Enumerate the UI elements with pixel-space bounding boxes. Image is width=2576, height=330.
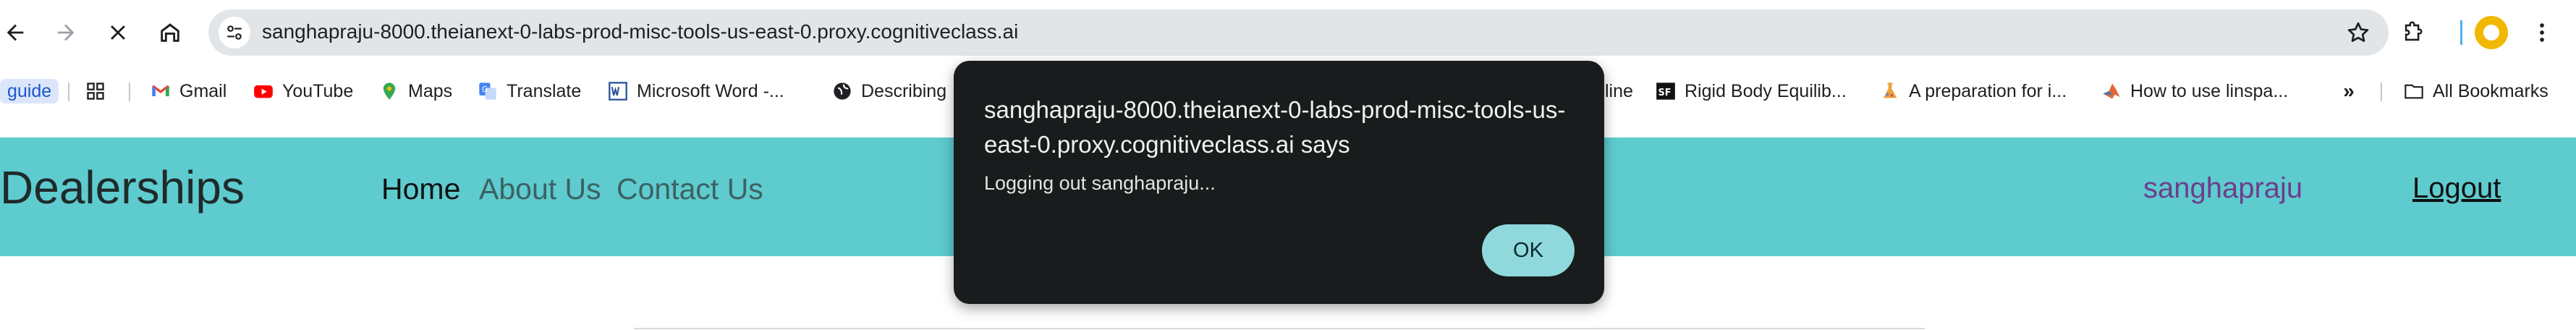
browser-menu-button[interactable] bbox=[2525, 16, 2559, 49]
bookmark-label: Rigid Body Equilib... bbox=[1685, 80, 1847, 101]
home-button[interactable] bbox=[151, 13, 190, 52]
close-icon bbox=[111, 25, 125, 40]
dialog-title: sanghapraju-8000.theianext-0-labs-prod-m… bbox=[984, 96, 1566, 158]
avatar bbox=[2483, 25, 2499, 41]
apps-grid-icon bbox=[85, 81, 106, 101]
sf-icon: SF bbox=[1656, 81, 1676, 101]
bookmark-label: Translate bbox=[507, 80, 582, 101]
bookmark-label: Microsoft Word -... bbox=[637, 80, 784, 101]
translate-icon: G bbox=[478, 81, 498, 101]
forward-button[interactable] bbox=[46, 13, 85, 52]
bookmark-label: Gmail bbox=[179, 80, 227, 101]
home-icon bbox=[161, 23, 179, 42]
youtube-icon bbox=[253, 81, 274, 101]
ok-button[interactable]: OK bbox=[1482, 224, 1575, 276]
back-button[interactable] bbox=[0, 13, 35, 52]
folder-icon bbox=[2404, 81, 2424, 101]
arrow-right-icon bbox=[57, 24, 75, 41]
profile-avatar[interactable] bbox=[2475, 16, 2508, 49]
globe-icon bbox=[832, 81, 852, 101]
bookmark-label: How to use linspa... bbox=[2130, 80, 2289, 101]
bookmark-label: line bbox=[1605, 80, 1633, 101]
logout-link[interactable]: Logout bbox=[2412, 172, 2501, 205]
alert-dialog: sanghapraju-8000.theianext-0-labs-prod-m… bbox=[954, 61, 1604, 304]
browser-toolbar: sanghapraju-8000.theianext-0-labs-prod-m… bbox=[0, 0, 2576, 65]
dialog-message: Logging out sanghapraju... bbox=[984, 172, 1216, 194]
bookmark-linspace[interactable]: How to use linspa... bbox=[2101, 77, 2288, 106]
extensions-button[interactable] bbox=[2397, 16, 2430, 49]
bookmark-label: Describing bbox=[861, 80, 947, 101]
bookmark-rigid-body[interactable]: SF Rigid Body Equilib... bbox=[1656, 77, 1847, 106]
address-bar[interactable]: sanghapraju-8000.theianext-0-labs-prod-m… bbox=[208, 9, 2389, 56]
bookmark-youtube[interactable]: YouTube bbox=[253, 77, 353, 106]
svg-text:SF: SF bbox=[1658, 88, 1672, 98]
nav-link-home[interactable]: Home bbox=[381, 172, 460, 206]
tune-icon bbox=[227, 25, 242, 40]
bookmark-label: YouTube bbox=[282, 80, 354, 101]
word-icon bbox=[608, 81, 628, 101]
content-divider bbox=[634, 328, 1925, 329]
bookmark-label: All Bookmarks bbox=[2433, 80, 2549, 101]
bookmark-line[interactable]: line bbox=[1605, 77, 1633, 106]
puzzle-icon bbox=[2405, 21, 2423, 41]
stop-button[interactable] bbox=[98, 13, 137, 52]
gmail-icon bbox=[151, 81, 171, 101]
bookmark-describing[interactable]: Describing bbox=[832, 77, 946, 106]
bookmark-divider bbox=[2381, 82, 2382, 101]
bookmark-label: A preparation for i... bbox=[1909, 80, 2067, 101]
maps-pin-icon bbox=[379, 81, 399, 101]
nav-link-about[interactable]: About Us bbox=[479, 172, 601, 206]
nav-username: sanghapraju bbox=[2143, 172, 2303, 204]
apps-button[interactable] bbox=[85, 77, 114, 106]
flask-icon bbox=[1880, 81, 1900, 101]
star-icon[interactable] bbox=[2345, 20, 2371, 46]
bookmark-gmail[interactable]: Gmail bbox=[151, 77, 226, 106]
bookmark-translate[interactable]: G Translate bbox=[478, 77, 581, 106]
more-vert-icon bbox=[2540, 23, 2544, 42]
bookmark-label: Maps bbox=[408, 80, 453, 101]
bookmark-guide[interactable]: guide bbox=[0, 79, 59, 103]
bookmark-preparation[interactable]: A preparation for i... bbox=[1880, 77, 2067, 106]
bookmark-maps[interactable]: Maps bbox=[379, 77, 452, 106]
site-info-button[interactable] bbox=[219, 17, 250, 48]
bookmark-divider bbox=[129, 82, 130, 101]
arrow-left-icon bbox=[7, 24, 24, 41]
url-text[interactable]: sanghapraju-8000.theianext-0-labs-prod-m… bbox=[262, 20, 1018, 43]
svg-text:G: G bbox=[482, 85, 488, 94]
matlab-icon bbox=[2101, 81, 2122, 101]
nav-link-contact[interactable]: Contact Us bbox=[617, 172, 763, 206]
site-brand[interactable]: Dealerships bbox=[0, 161, 245, 214]
bookmark-microsoft-word[interactable]: Microsoft Word -... bbox=[608, 77, 784, 106]
more-bookmarks-button[interactable]: » bbox=[2336, 78, 2362, 104]
toolbar-divider bbox=[2460, 20, 2462, 45]
all-bookmarks-button[interactable]: All Bookmarks bbox=[2404, 77, 2549, 106]
bookmark-divider bbox=[68, 82, 69, 101]
